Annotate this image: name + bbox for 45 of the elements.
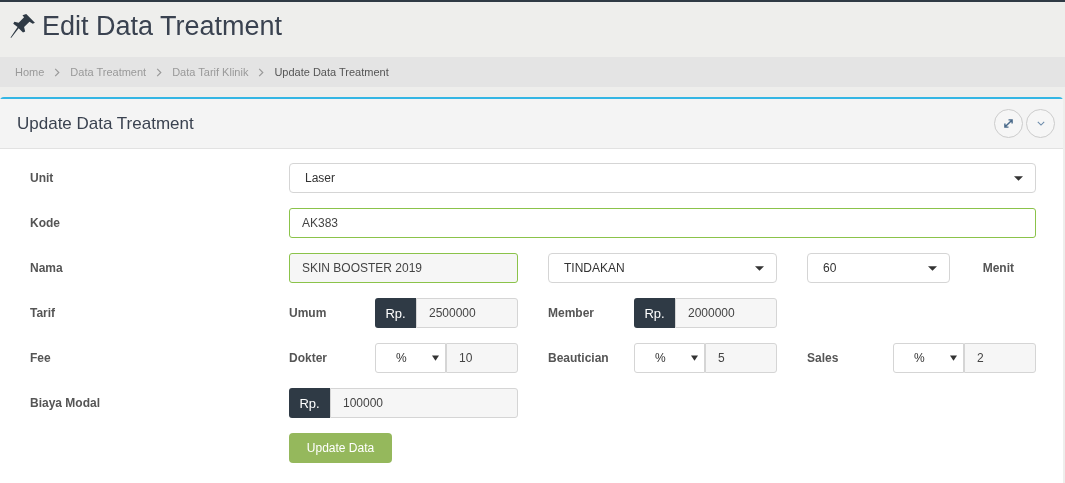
unit-select[interactable]: Laser [289, 163, 1036, 193]
field-label: Sales [807, 351, 840, 365]
chevron-icon [54, 67, 61, 77]
field-label: Member [548, 306, 595, 320]
cost-field[interactable]: 100000 [330, 388, 518, 418]
category-select[interactable]: TINDAKAN [548, 253, 777, 283]
field-label: Tarif [30, 306, 57, 320]
currency-addon: Rp. [289, 388, 330, 418]
field-label: Biaya Modal [30, 396, 102, 410]
caret-icon [691, 355, 698, 361]
fee-type-select[interactable]: % [634, 343, 705, 373]
caret-icon [928, 265, 937, 271]
fee-field[interactable]: 2 [964, 343, 1036, 373]
fee-type-select[interactable]: % [893, 343, 964, 373]
field-label: Nama [30, 261, 64, 275]
caret-icon [755, 265, 764, 271]
field-label: Unit [30, 171, 55, 185]
page-title: Edit Data Treatment [42, 10, 283, 42]
fee-type-select[interactable]: % [375, 343, 446, 373]
field-label: Fee [30, 351, 52, 365]
panel-title: Update Data Treatment [17, 113, 194, 134]
chevron-icon [258, 67, 265, 77]
amount-field[interactable]: 2000000 [675, 298, 777, 328]
caret-icon [432, 355, 439, 361]
caret-icon [950, 355, 957, 361]
unit-label: Menit [982, 261, 1014, 275]
name-field[interactable]: SKIN BOOSTER 2019 [289, 253, 518, 283]
field-label: Beautician [548, 351, 610, 365]
pin-icon [10, 13, 36, 39]
chevron-icon [156, 67, 163, 77]
fee-field[interactable]: 10 [446, 343, 518, 373]
amount-field[interactable]: 2500000 [416, 298, 518, 328]
currency-addon: Rp. [634, 298, 675, 328]
breadcrumb-current: Update Data Treatment [274, 66, 389, 78]
field-label: Umum [289, 306, 328, 320]
fee-field[interactable]: 5 [705, 343, 777, 373]
chevron-down-icon [1036, 121, 1045, 126]
duration-select[interactable]: 60 [807, 253, 950, 283]
expand-button[interactable] [994, 109, 1023, 138]
expand-icon [1004, 119, 1013, 128]
caret-icon [1014, 175, 1023, 181]
code-field[interactable]: AK383 [289, 208, 1036, 238]
field-label: Kode [30, 216, 61, 230]
field-label: Dokter [289, 351, 328, 365]
currency-addon: Rp. [375, 298, 416, 328]
